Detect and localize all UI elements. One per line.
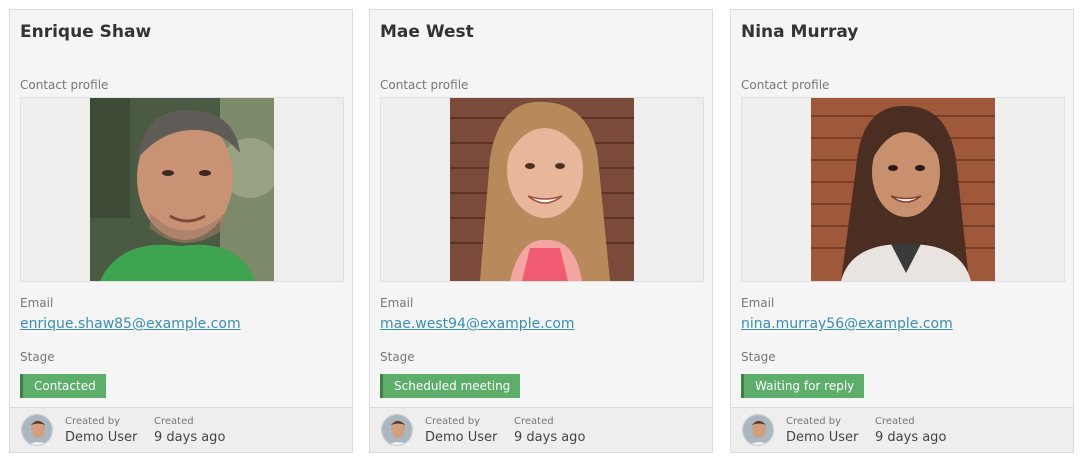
email-label: Email	[380, 296, 414, 310]
contact-photo-frame	[741, 97, 1065, 282]
stage-badge: Waiting for reply	[741, 374, 865, 398]
contact-photo[interactable]	[811, 98, 995, 281]
contact-photo-frame	[380, 97, 704, 282]
email-label: Email	[20, 296, 54, 310]
creator-avatar	[381, 414, 413, 446]
contact-card[interactable]: Enrique Shaw Contact profile Email enriq…	[9, 9, 353, 453]
created-label: Created	[875, 416, 915, 427]
stage-label: Stage	[20, 350, 55, 364]
stage-badge: Scheduled meeting	[380, 374, 521, 398]
contact-profile-label: Contact profile	[741, 78, 830, 92]
created-by-label: Created by	[786, 416, 842, 427]
contact-board: Enrique Shaw Contact profile Email enriq…	[0, 0, 1086, 468]
contact-name[interactable]: Enrique Shaw	[20, 22, 151, 42]
card-footer: Created by Demo User Created 9 days ago	[10, 407, 352, 452]
stage-label: Stage	[741, 350, 776, 364]
created-by-value: Demo User	[65, 430, 138, 445]
created-by-label: Created by	[65, 416, 121, 427]
contact-name[interactable]: Nina Murray	[741, 22, 858, 42]
contact-photo[interactable]	[90, 98, 274, 281]
contact-photo[interactable]	[450, 98, 634, 281]
email-label: Email	[741, 296, 775, 310]
created-by-label: Created by	[425, 416, 481, 427]
created-label: Created	[514, 416, 554, 427]
card-footer: Created by Demo User Created 9 days ago	[370, 407, 712, 452]
card-footer: Created by Demo User Created 9 days ago	[731, 407, 1073, 452]
contact-photo-frame	[20, 97, 344, 282]
creator-avatar	[21, 414, 53, 446]
email-link[interactable]: nina.murray56@example.com	[741, 316, 953, 332]
created-value: 9 days ago	[514, 430, 586, 445]
contact-profile-label: Contact profile	[20, 78, 109, 92]
created-label: Created	[154, 416, 194, 427]
created-by-value: Demo User	[786, 430, 859, 445]
stage-badge: Contacted	[20, 374, 106, 398]
contact-name[interactable]: Mae West	[380, 22, 474, 42]
created-by-value: Demo User	[425, 430, 498, 445]
stage-label: Stage	[380, 350, 415, 364]
contact-card[interactable]: Nina Murray Contact profile Email nina.m…	[730, 9, 1074, 453]
creator-avatar	[742, 414, 774, 446]
created-value: 9 days ago	[154, 430, 226, 445]
contact-card[interactable]: Mae West Contact profile Email mae.west9…	[369, 9, 713, 453]
contact-profile-label: Contact profile	[380, 78, 469, 92]
email-link[interactable]: mae.west94@example.com	[380, 316, 575, 332]
email-link[interactable]: enrique.shaw85@example.com	[20, 316, 241, 332]
created-value: 9 days ago	[875, 430, 947, 445]
